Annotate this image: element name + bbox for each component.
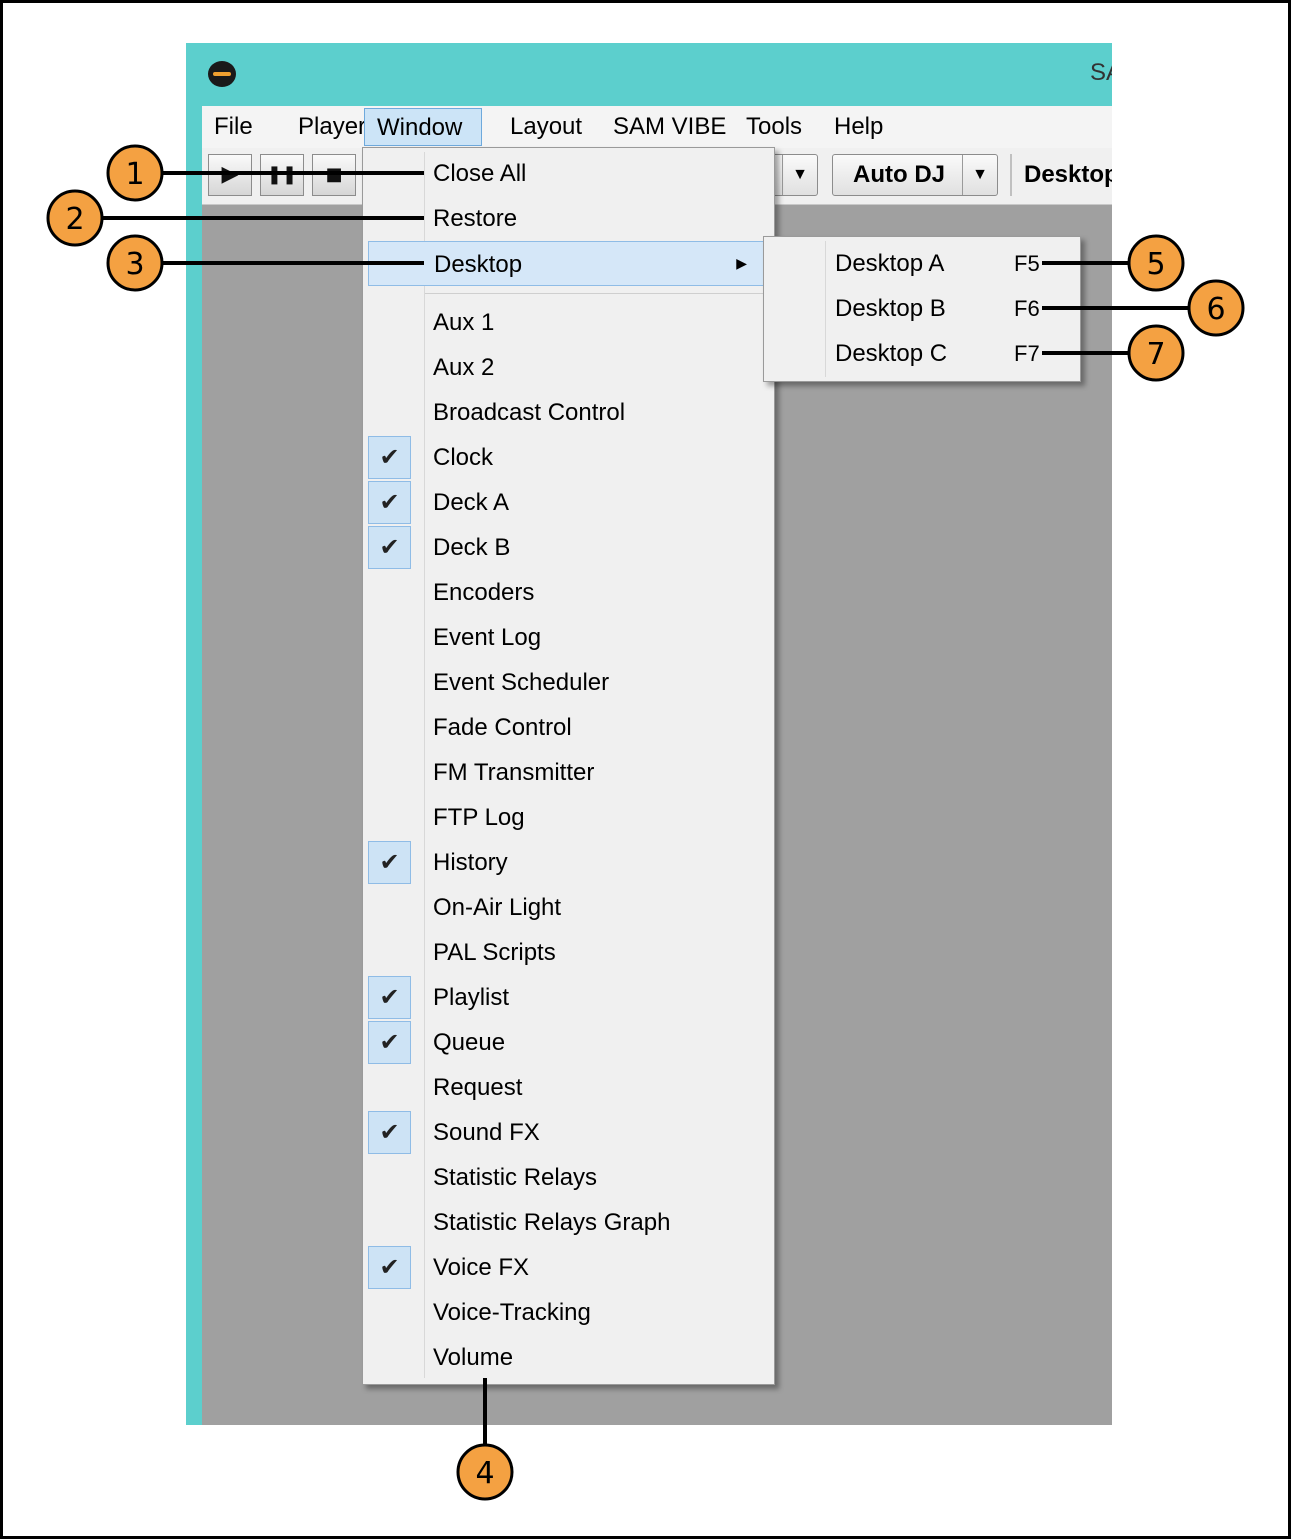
callout-1: 1 (106, 144, 424, 202)
callout-number: 1 (125, 157, 144, 192)
callout-number: 2 (65, 202, 84, 237)
callout-number: 5 (1146, 247, 1165, 282)
callout-3: 3 (106, 234, 424, 292)
callout-number: 3 (125, 247, 144, 282)
callout-4: 4 (456, 1378, 514, 1501)
callout-number: 6 (1206, 292, 1225, 327)
callout-5: 5 (1042, 234, 1185, 292)
callout-number: 4 (475, 1456, 494, 1491)
callout-6: 6 (1042, 279, 1245, 337)
callout-layer: 1 2 3 4 5 6 7 (46, 144, 1245, 1501)
callout-7: 7 (1042, 324, 1185, 382)
callout-2: 2 (46, 189, 424, 247)
callout-number: 7 (1146, 337, 1165, 372)
